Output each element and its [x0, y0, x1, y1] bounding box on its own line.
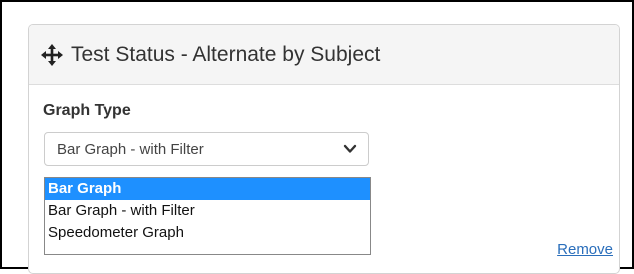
graph-type-selected-value: Bar Graph - with Filter — [57, 140, 204, 158]
dropdown-option-bar-graph[interactable]: Bar Graph — [45, 178, 370, 200]
graph-type-dropdown-list: Bar Graph Bar Graph - with Filter Speedo… — [44, 177, 371, 255]
graph-type-label: Graph Type — [43, 102, 131, 119]
widget-header[interactable]: Test Status - Alternate by Subject — [29, 25, 619, 85]
chevron-down-icon — [342, 141, 358, 157]
remove-link[interactable]: Remove — [557, 241, 613, 258]
dropdown-option-speedometer-graph[interactable]: Speedometer Graph — [45, 222, 370, 244]
widget-title: Test Status - Alternate by Subject — [71, 42, 381, 66]
widget-panel: Test Status - Alternate by Subject Graph… — [28, 24, 620, 274]
dropdown-option-bar-graph-with-filter[interactable]: Bar Graph - with Filter — [45, 200, 370, 222]
graph-type-select[interactable]: Bar Graph - with Filter — [44, 132, 369, 166]
move-arrows-icon[interactable] — [41, 43, 63, 66]
